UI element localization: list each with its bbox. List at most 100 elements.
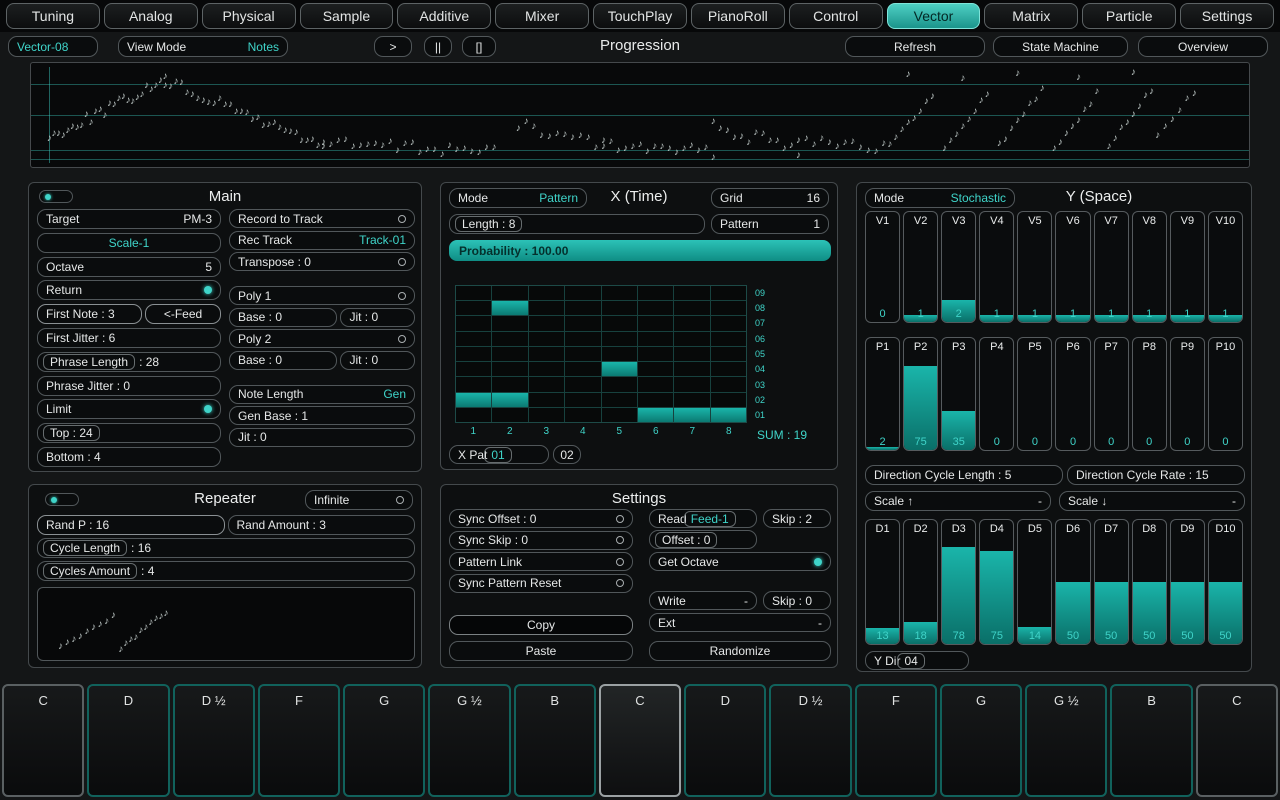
- overview-button[interactable]: Overview: [1138, 36, 1268, 57]
- limit-bottom-field[interactable]: Bottom : 4: [37, 447, 221, 467]
- rec-track-row[interactable]: Rec Track Track-01: [229, 231, 415, 250]
- grid-cell-6-3[interactable]: [638, 377, 673, 391]
- grid-cell-4-2[interactable]: [565, 393, 600, 407]
- tab-control[interactable]: Control: [789, 3, 883, 29]
- grid-cell-7-5[interactable]: [674, 347, 709, 361]
- grid-cell-3-5[interactable]: [529, 347, 564, 361]
- sync-pattern-reset-toggle[interactable]: Sync Pattern Reset: [449, 574, 633, 593]
- v-slider-1[interactable]: V10: [865, 211, 900, 323]
- d-slider-1[interactable]: D113: [865, 519, 900, 645]
- record-to-track-button[interactable]: Record to Track: [229, 209, 415, 228]
- grid-cell-3-6[interactable]: [529, 332, 564, 346]
- grid-cell-3-7[interactable]: [529, 316, 564, 330]
- randomize-button[interactable]: Randomize: [649, 641, 831, 661]
- grid-cell-1-8[interactable]: [456, 301, 491, 315]
- grid-cell-7-6[interactable]: [674, 332, 709, 346]
- grid-cell-2-2[interactable]: [492, 393, 527, 407]
- read-source-field[interactable]: Read Feed-1: [649, 509, 757, 528]
- tab-vector[interactable]: Vector: [887, 3, 981, 29]
- key-9-D[interactable]: D: [684, 684, 766, 797]
- p-slider-8[interactable]: P80: [1132, 337, 1167, 451]
- sync-skip-field[interactable]: Sync Skip : 0: [449, 531, 633, 550]
- length-field[interactable]: Length : 8: [449, 214, 705, 234]
- grid-cell-4-4[interactable]: [565, 362, 600, 376]
- tab-mixer[interactable]: Mixer: [495, 3, 589, 29]
- tab-pianoroll[interactable]: PianoRoll: [691, 3, 785, 29]
- octave-row[interactable]: Octave 5: [37, 257, 221, 277]
- phrase-jitter-field[interactable]: Phrase Jitter : 0: [37, 376, 221, 396]
- grid-cell-3-4[interactable]: [529, 362, 564, 376]
- probability-bar[interactable]: Probability : 100.00: [449, 240, 831, 261]
- p-slider-1[interactable]: P12: [865, 337, 900, 451]
- grid-cell-8-6[interactable]: [711, 332, 746, 346]
- repeater-mode-select[interactable]: Infinite: [305, 490, 413, 510]
- grid-cell-5-8[interactable]: [602, 301, 637, 315]
- d-slider-7[interactable]: D750: [1094, 519, 1129, 645]
- v-slider-6[interactable]: V61: [1055, 211, 1090, 323]
- grid-cell-3-3[interactable]: [529, 377, 564, 391]
- return-toggle[interactable]: Return: [37, 280, 221, 300]
- scale-up-select[interactable]: Scale ↑ -: [865, 491, 1051, 511]
- copy-button[interactable]: Copy: [449, 615, 633, 635]
- grid-cell-8-4[interactable]: [711, 362, 746, 376]
- v-slider-9[interactable]: V91: [1170, 211, 1205, 323]
- pause-button[interactable]: ||: [424, 36, 452, 57]
- x-pat-field[interactable]: X Pat 01: [449, 445, 549, 464]
- grid-cell-2-6[interactable]: [492, 332, 527, 346]
- p-slider-10[interactable]: P100: [1208, 337, 1243, 451]
- d-slider-8[interactable]: D850: [1132, 519, 1167, 645]
- cycles-amount-field[interactable]: Cycles Amount : 4: [37, 561, 415, 581]
- grid-cell-3-9[interactable]: [529, 286, 564, 300]
- scale-down-select[interactable]: Scale ↓ -: [1059, 491, 1245, 511]
- key-5-G[interactable]: G: [343, 684, 425, 797]
- grid-cell-5-4[interactable]: [602, 362, 637, 376]
- grid-cell-5-6[interactable]: [602, 332, 637, 346]
- poly1-toggle[interactable]: Poly 1: [229, 286, 415, 305]
- grid-cell-6-5[interactable]: [638, 347, 673, 361]
- phrase-length-field[interactable]: Phrase Length : 28: [37, 352, 221, 372]
- note-length-row[interactable]: Note Length Gen: [229, 385, 415, 404]
- grid-cell-4-7[interactable]: [565, 316, 600, 330]
- first-jitter-field[interactable]: First Jitter : 6: [37, 328, 221, 348]
- gen-base-field[interactable]: Gen Base : 1: [229, 406, 415, 425]
- key-12-G[interactable]: G: [940, 684, 1022, 797]
- grid-cell-6-9[interactable]: [638, 286, 673, 300]
- read-skip-field[interactable]: Skip : 2: [763, 509, 831, 528]
- grid-cell-5-5[interactable]: [602, 347, 637, 361]
- step-grid[interactable]: [455, 285, 747, 423]
- first-note-field[interactable]: First Note : 3: [37, 304, 142, 324]
- d-slider-3[interactable]: D378: [941, 519, 976, 645]
- rand-amount-field[interactable]: Rand Amount : 3: [228, 515, 416, 535]
- key-15-C[interactable]: C: [1196, 684, 1278, 797]
- direction-cycle-rate-field[interactable]: Direction Cycle Rate : 15: [1067, 465, 1245, 485]
- d-slider-10[interactable]: D1050: [1208, 519, 1243, 645]
- grid-cell-3-8[interactable]: [529, 301, 564, 315]
- key-10-D½[interactable]: D ½: [769, 684, 851, 797]
- grid-size-field[interactable]: Grid 16: [711, 188, 829, 208]
- grid-cell-6-7[interactable]: [638, 316, 673, 330]
- grid-cell-4-3[interactable]: [565, 377, 600, 391]
- grid-cell-7-2[interactable]: [674, 393, 709, 407]
- pattern-number-field[interactable]: Pattern 1: [711, 214, 829, 234]
- grid-cell-8-1[interactable]: [711, 408, 746, 422]
- play-button[interactable]: >: [374, 36, 412, 57]
- write-target-field[interactable]: Write -: [649, 591, 757, 610]
- grid-cell-8-8[interactable]: [711, 301, 746, 315]
- grid-cell-1-7[interactable]: [456, 316, 491, 330]
- poly1-base-field[interactable]: Base : 0: [229, 308, 337, 327]
- read-offset-field[interactable]: Offset : 0: [649, 530, 757, 549]
- x-pat-2-button[interactable]: 02: [553, 445, 581, 464]
- key-14-B[interactable]: B: [1110, 684, 1192, 797]
- grid-cell-1-6[interactable]: [456, 332, 491, 346]
- y-dir-field[interactable]: Y Dir 04: [865, 651, 969, 670]
- grid-cell-8-3[interactable]: [711, 377, 746, 391]
- d-slider-6[interactable]: D650: [1055, 519, 1090, 645]
- poly1-jit-field[interactable]: Jit : 0: [340, 308, 415, 327]
- refresh-button[interactable]: Refresh: [845, 36, 985, 57]
- grid-cell-8-5[interactable]: [711, 347, 746, 361]
- feed-button[interactable]: <-Feed: [145, 304, 221, 324]
- key-8-C[interactable]: C: [599, 684, 681, 797]
- grid-cell-2-5[interactable]: [492, 347, 527, 361]
- cycle-length-field[interactable]: Cycle Length : 16: [37, 538, 415, 558]
- grid-cell-6-6[interactable]: [638, 332, 673, 346]
